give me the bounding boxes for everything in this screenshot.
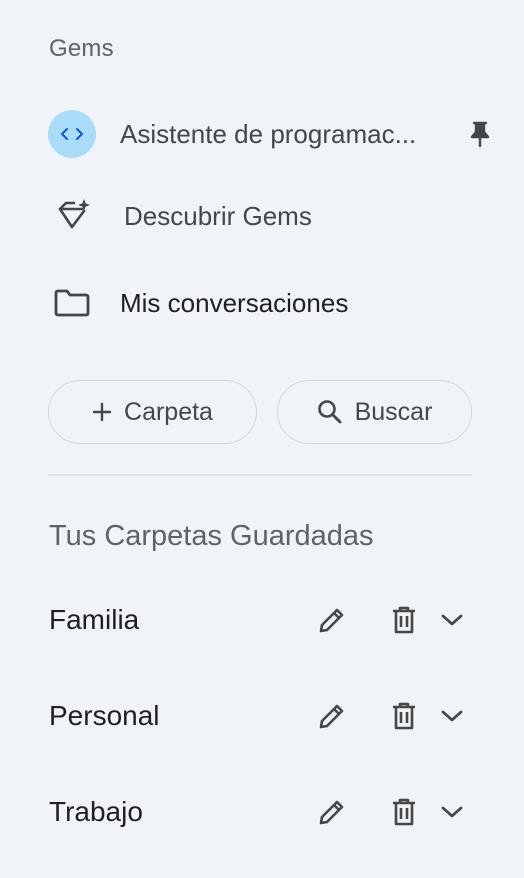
saved-folder-name: Personal [49, 700, 160, 731]
divider [48, 474, 472, 476]
edit-icon[interactable] [314, 794, 350, 830]
plus-icon [92, 402, 112, 422]
saved-folder-name: Familia [49, 604, 140, 635]
discover-gems-label: Descubrir Gems [124, 200, 312, 231]
trash-icon[interactable] [386, 698, 422, 734]
search-button[interactable]: Buscar [277, 380, 472, 444]
saved-folders-title: Tus Carpetas Guardadas [49, 520, 374, 552]
my-conversations-label: Mis conversaciones [120, 287, 349, 318]
sparkle-diamond-icon [58, 199, 90, 229]
edit-icon[interactable] [314, 602, 350, 638]
new-folder-button[interactable]: Carpeta [48, 380, 257, 444]
gem-avatar [48, 110, 96, 158]
saved-folder-row[interactable]: Trabajo [0, 782, 524, 842]
chevron-down-icon[interactable] [434, 698, 470, 734]
trash-icon[interactable] [386, 794, 422, 830]
new-folder-label: Carpeta [124, 397, 213, 426]
chevron-down-icon[interactable] [434, 794, 470, 830]
gems-section-title: Gems [49, 35, 114, 62]
discover-gems-item[interactable]: Descubrir Gems [0, 188, 524, 244]
gem-item-label: Asistente de programac... [120, 118, 417, 149]
folder-icon [54, 289, 90, 317]
gem-item-programming-assistant[interactable]: Asistente de programac... [0, 106, 524, 162]
gems-sidebar: Gems Asistente de programac... Descubrir… [0, 0, 524, 878]
saved-folder-name: Trabajo [49, 796, 143, 827]
chevron-down-icon[interactable] [434, 602, 470, 638]
pin-icon[interactable] [466, 120, 494, 148]
search-label: Buscar [354, 397, 433, 426]
code-icon [61, 128, 83, 140]
saved-folder-row[interactable]: Familia [0, 590, 524, 650]
trash-icon[interactable] [386, 602, 422, 638]
edit-icon[interactable] [314, 698, 350, 734]
saved-folder-row[interactable]: Personal [0, 686, 524, 746]
my-conversations-item[interactable]: Mis conversaciones [0, 275, 524, 331]
search-icon [317, 400, 341, 424]
